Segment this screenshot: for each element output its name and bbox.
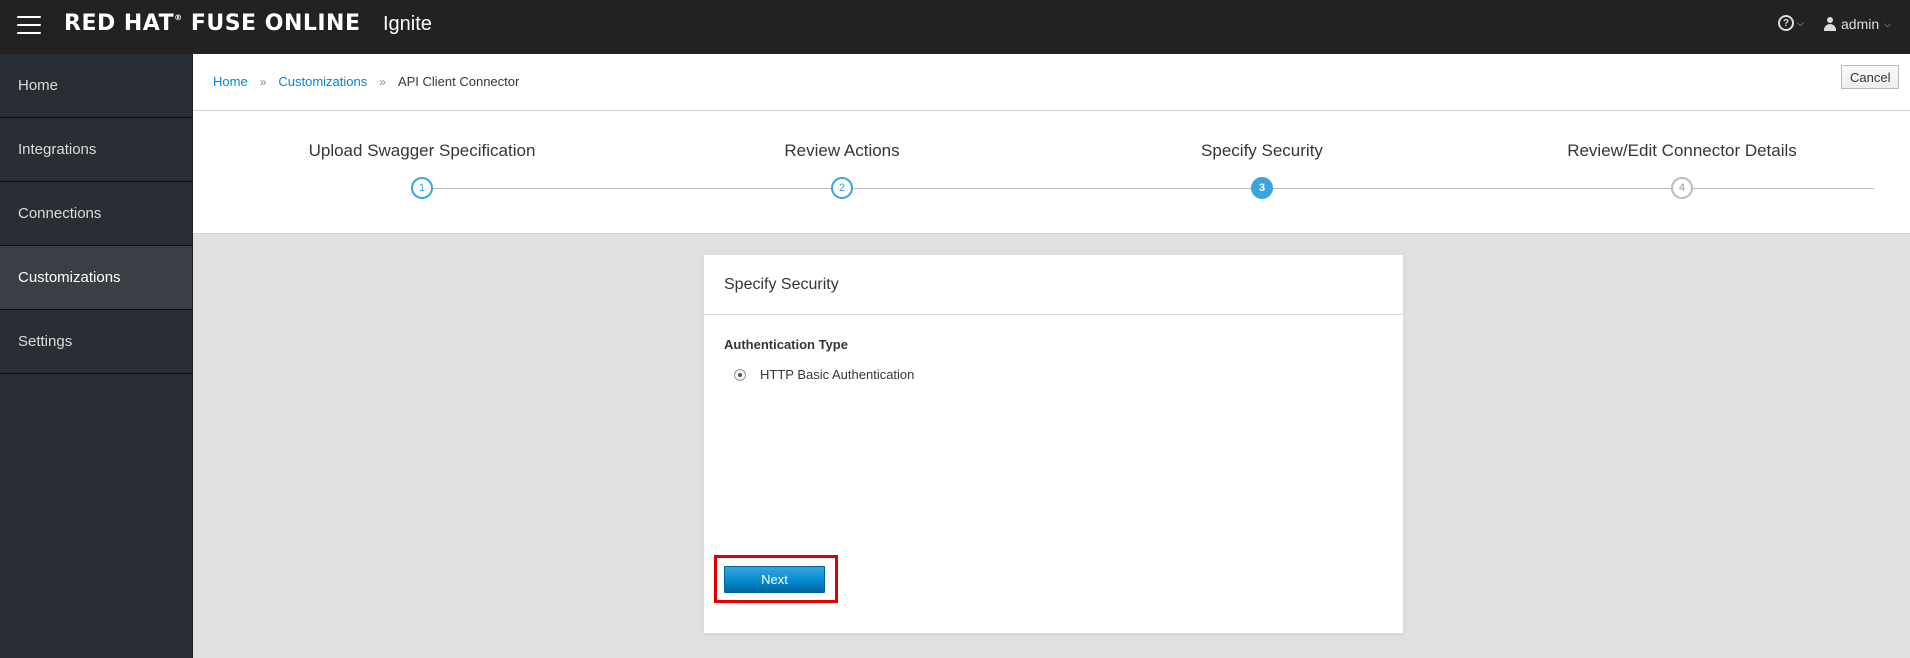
wizard-step-number[interactable]: 3 — [1251, 177, 1273, 199]
specify-security-card: Specify Security Authentication Type HTT… — [703, 254, 1404, 634]
page-header: Home » Customizations » API Client Conne… — [193, 54, 1910, 234]
project-name: Ignite — [383, 13, 432, 35]
next-button[interactable]: Next — [724, 566, 825, 593]
wizard-progress-line — [422, 188, 1874, 189]
wizard-step-2[interactable]: Review Actions 2 — [692, 141, 992, 199]
wizard-step-number[interactable]: 1 — [411, 177, 433, 199]
sidebar-item-label: Home — [18, 77, 59, 94]
breadcrumb-separator: » — [259, 74, 267, 89]
sidebar-item-settings[interactable]: Settings — [0, 310, 192, 374]
brand-suffix: FUSE ONLINE — [190, 11, 361, 36]
header-divider — [193, 110, 1910, 111]
http-basic-auth-option[interactable]: HTTP Basic Authentication — [734, 367, 914, 382]
sidebar: Home Integrations Connections Customizat… — [0, 54, 193, 658]
wizard-step-title: Specify Security — [1201, 141, 1323, 160]
wizard-step-3[interactable]: Specify Security 3 — [1112, 141, 1412, 199]
wizard-step-1[interactable]: Upload Swagger Specification 1 — [272, 141, 572, 199]
sidebar-item-label: Integrations — [18, 141, 97, 158]
sidebar-item-label: Settings — [18, 333, 73, 350]
breadcrumb-current: API Client Connector — [397, 74, 520, 89]
chevron-down-icon: ⌵ — [1884, 18, 1891, 29]
user-icon — [1824, 17, 1836, 31]
breadcrumb-home-link[interactable]: Home — [213, 74, 248, 89]
sidebar-item-home[interactable]: Home — [0, 54, 192, 118]
wizard-step-title: Review/Edit Connector Details — [1567, 141, 1797, 160]
wizard-step-title: Upload Swagger Specification — [308, 141, 536, 160]
question-circle-icon: ? — [1778, 15, 1794, 31]
breadcrumb: Home » Customizations » API Client Conne… — [213, 74, 519, 89]
wizard-step-4[interactable]: Review/Edit Connector Details 4 — [1532, 141, 1832, 199]
sidebar-item-connections[interactable]: Connections — [0, 182, 192, 246]
user-name: admin — [1841, 16, 1880, 32]
brand-prefix: RED HAT — [64, 11, 175, 36]
cancel-button[interactable]: Cancel — [1841, 65, 1900, 89]
wizard-step-number[interactable]: 2 — [831, 177, 853, 199]
sidebar-item-integrations[interactable]: Integrations — [0, 118, 192, 182]
card-title: Specify Security — [704, 255, 1403, 315]
breadcrumb-customizations-link[interactable]: Customizations — [278, 74, 367, 89]
authentication-type-label: Authentication Type — [724, 337, 848, 352]
breadcrumb-separator: » — [379, 74, 386, 89]
sidebar-item-label: Connections — [18, 205, 102, 222]
brand-logo: RED HAT® FUSE ONLINE — [64, 11, 361, 36]
radio-label: HTTP Basic Authentication — [760, 367, 915, 382]
hamburger-icon[interactable] — [17, 16, 41, 36]
wizard-step-number[interactable]: 4 — [1671, 177, 1693, 199]
sidebar-item-customizations[interactable]: Customizations — [0, 246, 192, 310]
brand-registered-mark: ® — [174, 13, 183, 22]
help-menu[interactable]: ? ⌵ — [1778, 15, 1804, 31]
chevron-down-icon: ⌵ — [1797, 17, 1804, 28]
wizard-step-title: Review Actions — [784, 141, 900, 160]
sidebar-item-label: Customizations — [18, 269, 121, 286]
user-menu[interactable]: admin ⌵ — [1824, 16, 1891, 32]
top-navbar: RED HAT® FUSE ONLINE Ignite ? ⌵ admin ⌵ — [0, 0, 1910, 54]
radio-button[interactable] — [734, 368, 746, 381]
